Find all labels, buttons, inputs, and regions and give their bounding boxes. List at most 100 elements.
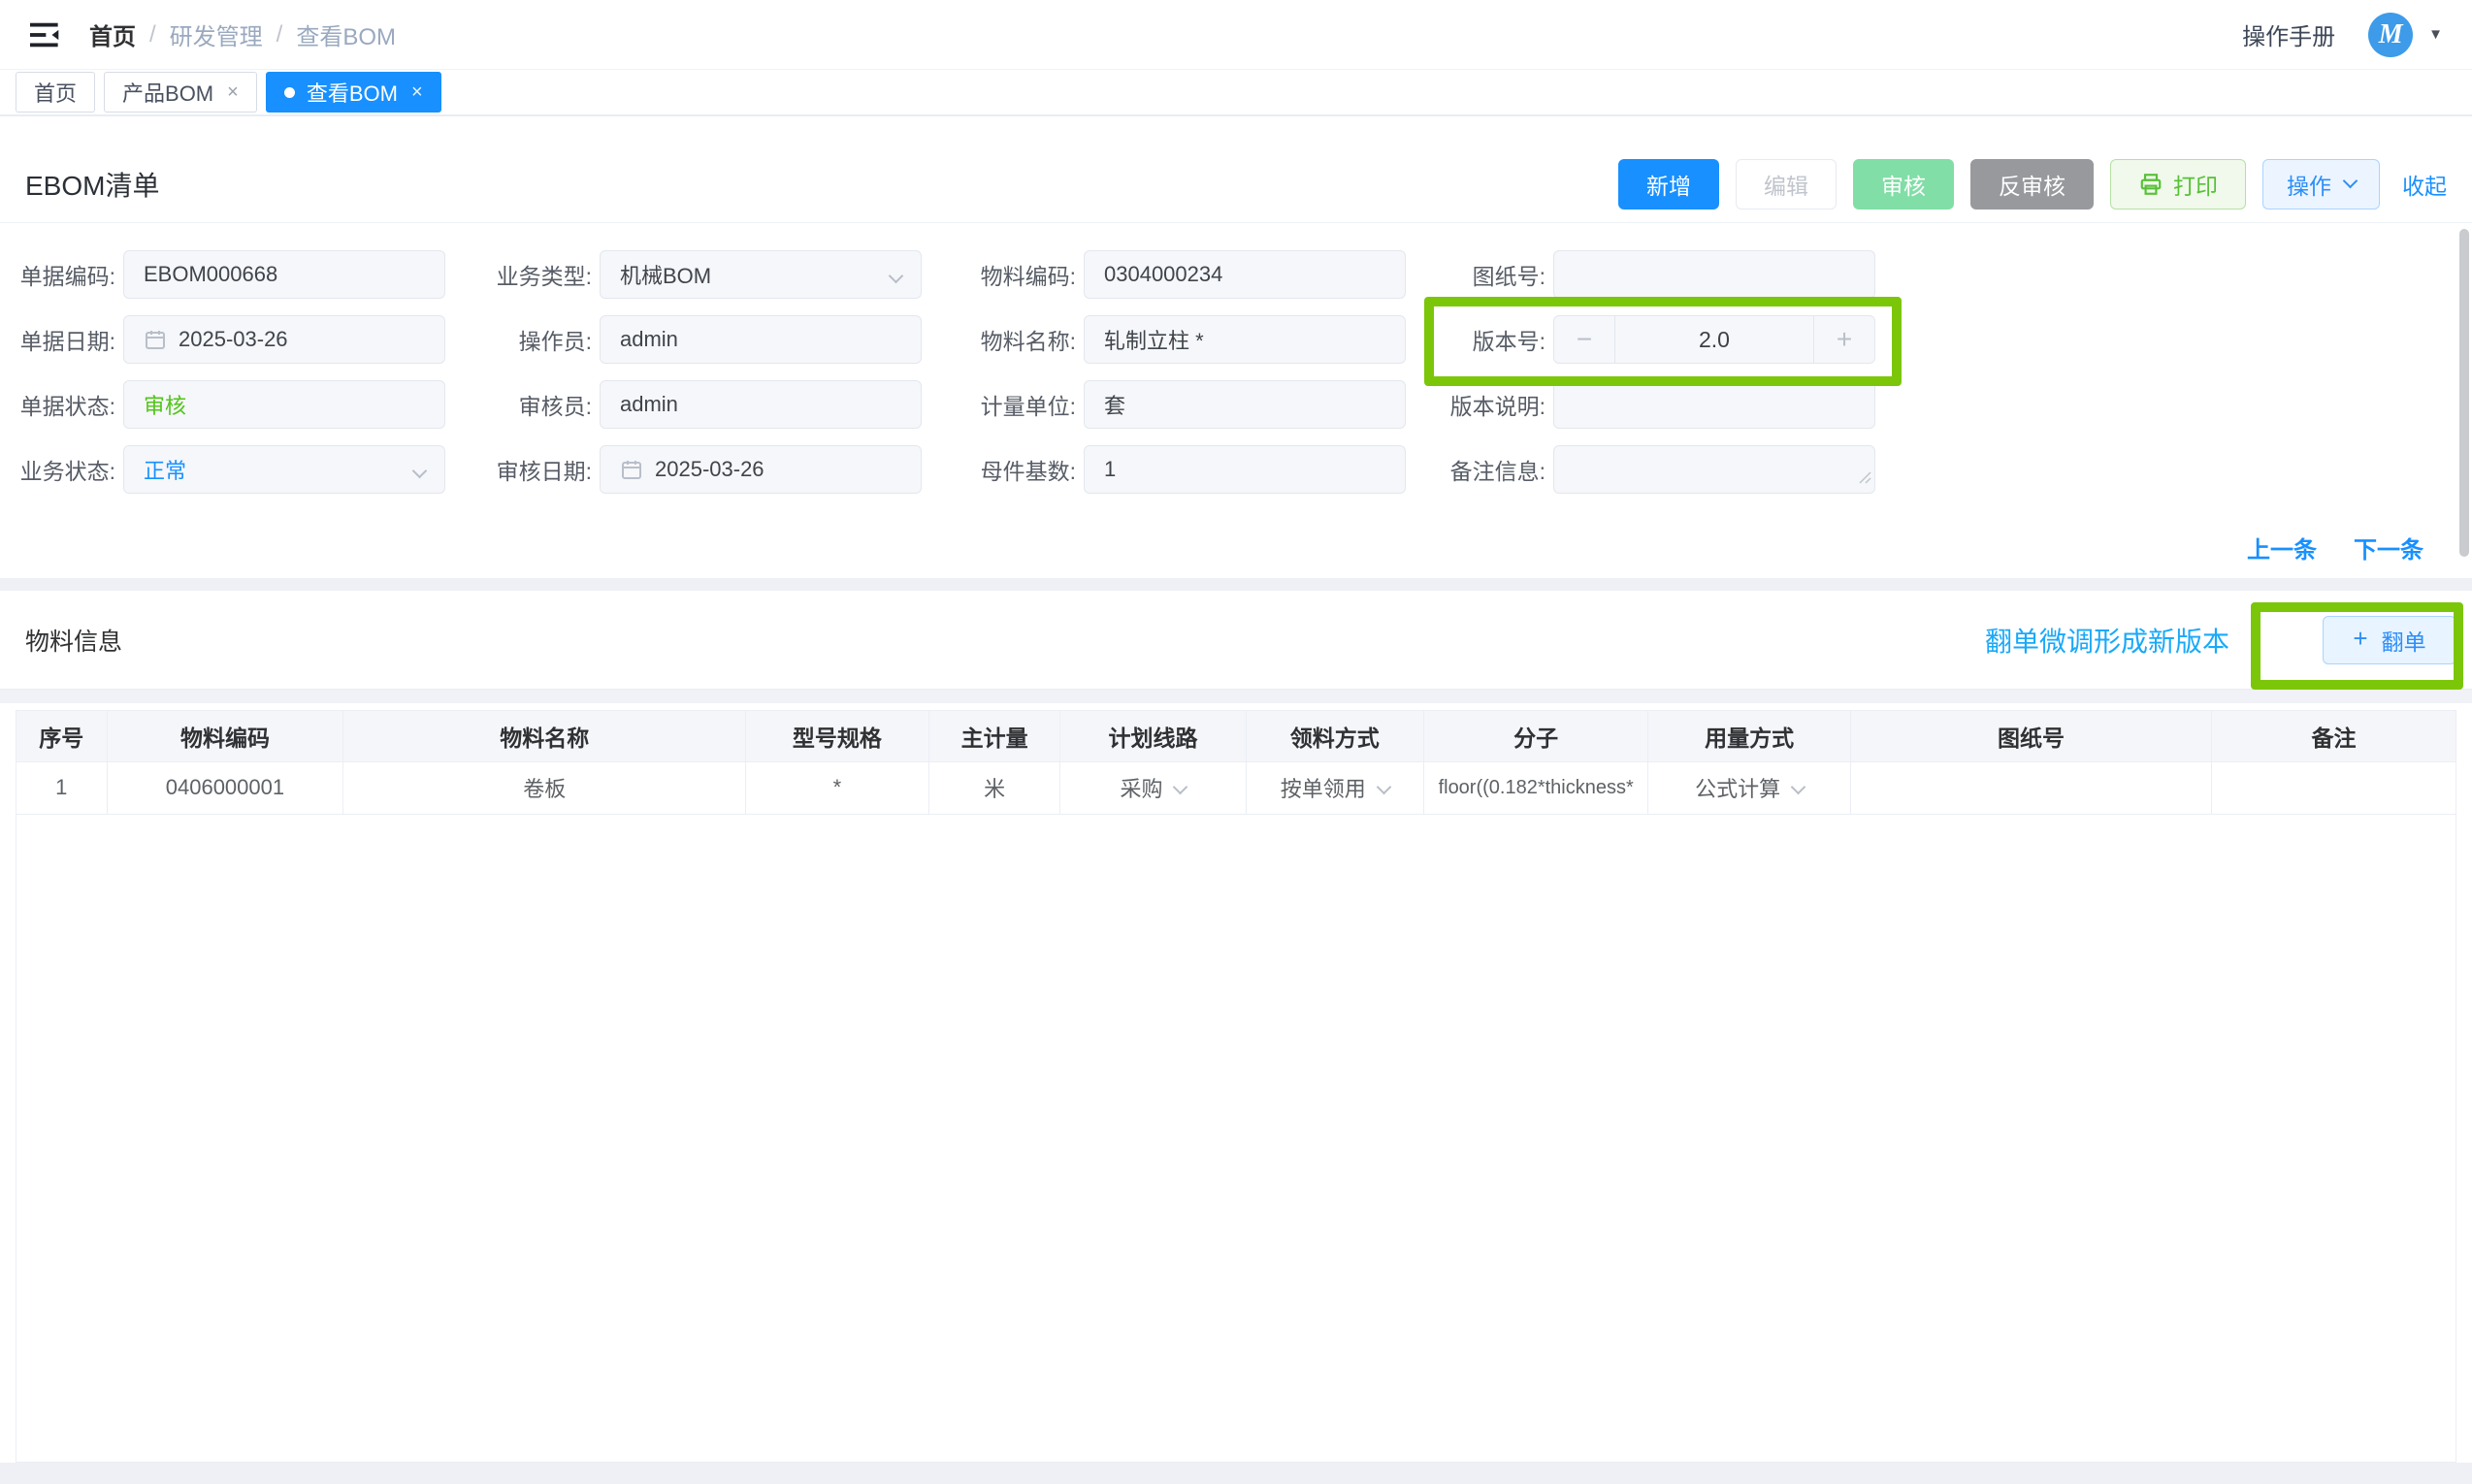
breadcrumb-home[interactable]: 首页 xyxy=(89,17,136,51)
breadcrumb-separator: / xyxy=(149,21,156,48)
section-divider xyxy=(0,578,2472,591)
field-label: 母件基数: xyxy=(973,453,1084,486)
close-icon[interactable]: × xyxy=(227,81,239,104)
unit-input[interactable]: 套 xyxy=(1084,380,1406,429)
collapse-link[interactable]: 收起 xyxy=(2402,168,2447,201)
doc-status-input[interactable]: 审核 xyxy=(123,380,445,429)
field-label: 业务类型: xyxy=(489,258,600,291)
actions-dropdown-button[interactable]: 操作 xyxy=(2262,159,2380,210)
table-cell[interactable]: 按单领用 xyxy=(1246,761,1424,814)
field-label: 备注信息: xyxy=(1443,453,1553,486)
tab-view-bom[interactable]: 查看BOM × xyxy=(266,72,441,113)
avatar[interactable]: M xyxy=(2368,13,2413,57)
version-value[interactable]: 2.0 xyxy=(1614,315,1814,364)
column-header: 主计量 xyxy=(928,711,1060,761)
next-record-link[interactable]: 下一条 xyxy=(2354,531,2423,565)
breadcrumb-separator: / xyxy=(276,21,283,48)
printer-icon xyxy=(2138,172,2163,197)
breadcrumb-rd-management[interactable]: 研发管理 xyxy=(170,17,263,51)
chevron-down-icon xyxy=(1173,780,1188,795)
table-cell: * xyxy=(746,761,929,814)
version-increase-button[interactable]: + xyxy=(1813,315,1875,364)
section-divider xyxy=(0,690,2472,703)
chevron-down-icon[interactable]: ▼ xyxy=(2428,26,2443,43)
tab-product-bom[interactable]: 产品BOM × xyxy=(104,72,257,113)
table-cell: 米 xyxy=(928,761,1060,814)
column-header: 序号 xyxy=(16,711,107,761)
field-label: 操作员: xyxy=(489,323,600,356)
column-header: 计划线路 xyxy=(1060,711,1246,761)
chevron-down-icon xyxy=(1377,780,1392,795)
column-header: 图纸号 xyxy=(1850,711,2211,761)
operator-input[interactable]: admin xyxy=(600,315,922,364)
audit-button[interactable]: 审核 xyxy=(1853,159,1954,210)
parent-base-input[interactable]: 1 xyxy=(1084,445,1406,494)
chevron-down-icon xyxy=(2343,174,2358,189)
calendar-icon xyxy=(620,458,643,481)
breadcrumb: 首页 / 研发管理 / 查看BOM xyxy=(89,17,396,51)
table-cell: 1 xyxy=(16,761,107,814)
manual-link[interactable]: 操作手册 xyxy=(2242,17,2335,51)
version-note-input[interactable] xyxy=(1553,380,1875,429)
doc-date-picker[interactable]: 2025-03-26 xyxy=(123,315,445,364)
column-header: 领料方式 xyxy=(1246,711,1424,761)
table-cell[interactable]: 采购 xyxy=(1060,761,1246,814)
field-label: 审核员: xyxy=(489,388,600,421)
breadcrumb-current: 查看BOM xyxy=(296,17,396,51)
field-label: 业务状态: xyxy=(13,453,123,486)
edit-button[interactable]: 编辑 xyxy=(1736,159,1837,210)
auditor-input[interactable]: admin xyxy=(600,380,922,429)
page-bottom-band xyxy=(0,1463,2472,1484)
doc-header: EBOM清单 新增 编辑 审核 反审核 打印 操作 收起 xyxy=(0,116,2472,223)
remark-textarea[interactable] xyxy=(1553,445,1875,494)
column-header: 分子 xyxy=(1424,711,1648,761)
calendar-icon xyxy=(144,328,167,351)
flip-order-button[interactable]: + 翻单 xyxy=(2323,616,2456,664)
business-type-select[interactable]: 机械BOM xyxy=(600,250,922,299)
material-table-body: 10406000001卷板*米采购按单领用floor((0.182*thickn… xyxy=(16,761,2456,814)
chevron-down-icon xyxy=(889,269,904,284)
field-label: 单据编码: xyxy=(13,258,123,291)
field-label: 版本说明: xyxy=(1443,388,1553,421)
ebom-form: 单据编码: EBOM000668 业务类型: 机械BOM 物料编码: 03040… xyxy=(0,223,2472,578)
annotation-text: 翻单微调形成新版本 xyxy=(1985,621,2229,660)
chevron-down-icon xyxy=(1791,780,1806,795)
field-label: 单据日期: xyxy=(13,323,123,356)
field-label: 图纸号: xyxy=(1443,258,1553,291)
resize-grip-icon[interactable] xyxy=(1859,465,1871,490)
material-table-head-row: 序号物料编码物料名称型号规格主计量计划线路领料方式分子用量方式图纸号备注 xyxy=(16,711,2456,761)
material-code-input[interactable]: 0304000234 xyxy=(1084,250,1406,299)
status-badge: 审核 xyxy=(144,389,186,420)
version-decrease-button[interactable]: − xyxy=(1553,315,1615,364)
column-header: 备注 xyxy=(2212,711,2456,761)
field-label: 物料名称: xyxy=(973,323,1084,356)
field-label: 计量单位: xyxy=(973,388,1084,421)
chevron-down-icon xyxy=(412,464,428,479)
tab-home[interactable]: 首页 xyxy=(16,72,95,113)
drawing-no-input[interactable] xyxy=(1553,250,1875,299)
table-row: 10406000001卷板*米采购按单领用floor((0.182*thickn… xyxy=(16,761,2456,814)
business-status-select[interactable]: 正常 xyxy=(123,445,445,494)
menu-fold-icon[interactable] xyxy=(25,16,64,54)
material-section-header: 物料信息 翻单微调形成新版本 + 翻单 xyxy=(0,591,2472,690)
column-header: 物料编码 xyxy=(107,711,343,761)
column-header: 物料名称 xyxy=(343,711,746,761)
close-icon[interactable]: × xyxy=(411,81,423,104)
print-button[interactable]: 打印 xyxy=(2110,159,2246,210)
material-name-input[interactable]: 轧制立柱 * xyxy=(1084,315,1406,364)
audit-date-picker[interactable]: 2025-03-26 xyxy=(600,445,922,494)
table-cell xyxy=(2212,761,2456,814)
table-cell: 卷板 xyxy=(343,761,746,814)
prev-record-link[interactable]: 上一条 xyxy=(2247,531,2317,565)
version-stepper: − 2.0 + xyxy=(1553,315,1875,364)
material-section-title: 物料信息 xyxy=(25,623,122,658)
field-label: 审核日期: xyxy=(489,453,600,486)
table-cell xyxy=(1850,761,2211,814)
doc-code-input[interactable]: EBOM000668 xyxy=(123,250,445,299)
scrollbar-thumb[interactable] xyxy=(2459,229,2469,557)
unaudit-button[interactable]: 反审核 xyxy=(1970,159,2094,210)
field-label: 单据状态: xyxy=(13,388,123,421)
column-header: 用量方式 xyxy=(1648,711,1851,761)
table-cell[interactable]: 公式计算 xyxy=(1648,761,1851,814)
add-button[interactable]: 新增 xyxy=(1618,159,1719,210)
